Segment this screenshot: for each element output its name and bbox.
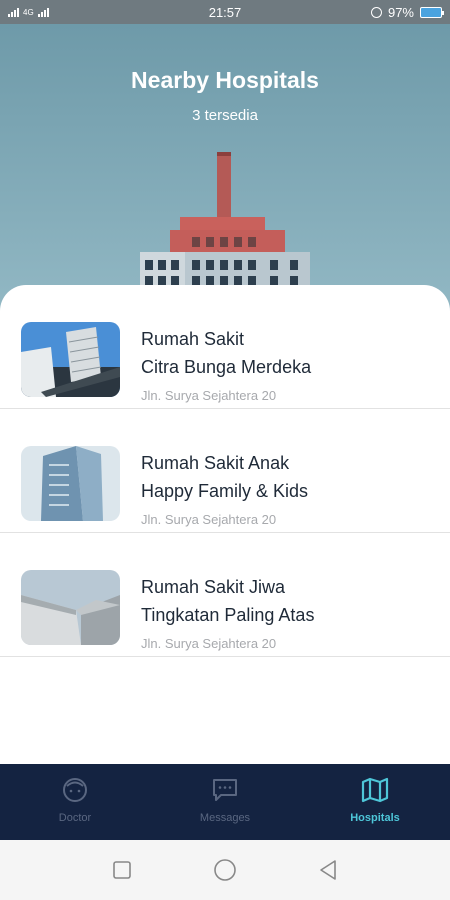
signal-icon [8, 7, 19, 17]
bottom-navigation: Doctor Messages Hospitals [0, 764, 450, 840]
hospital-list: Rumah Sakit Citra Bunga Merdeka Jln. Sur… [0, 285, 450, 765]
rotation-lock-icon [370, 6, 382, 18]
recent-apps-button[interactable] [109, 857, 135, 883]
hospital-address: Jln. Surya Sejahtera 20 [141, 388, 277, 403]
nav-messages[interactable]: Messages [150, 764, 300, 840]
hospital-count: 3 tersedia [192, 107, 258, 124]
hospital-thumbnail [21, 322, 120, 397]
doctor-face-icon [63, 778, 87, 802]
circle-icon [214, 859, 236, 881]
hospital-name-line1: Rumah Sakit Jiwa [141, 577, 286, 597]
hospital-thumbnail [21, 446, 120, 521]
messages-icon [213, 779, 237, 801]
nav-hospitals[interactable]: Hospitals [300, 764, 450, 840]
hospital-name-line1: Rumah Sakit [141, 329, 245, 349]
network-type: 4G [23, 7, 34, 17]
hospital-address: Jln. Surya Sejahtera 20 [141, 636, 277, 651]
back-triangle-icon [320, 860, 337, 880]
system-navigation-bar [0, 840, 450, 900]
battery-icon [420, 6, 444, 18]
battery-percent: 97% [387, 4, 414, 20]
nav-label: Hospitals [350, 812, 400, 824]
header-banner: Nearby Hospitals 3 tersedia [0, 24, 450, 314]
nav-label: Messages [199, 812, 251, 824]
map-icon [361, 777, 389, 803]
hospital-name-line2: Tingkatan Paling Atas [141, 605, 315, 625]
square-icon [112, 861, 131, 879]
signal-indicators: 4G [8, 7, 49, 17]
signal-icon-2 [37, 7, 49, 17]
status-bar: 4G 21:57 97% [0, 0, 450, 24]
hospital-name: Rumah Sakit Jiwa Tingkatan Paling Atas [141, 573, 431, 629]
hospital-address: Jln. Surya Sejahtera 20 [141, 512, 277, 527]
home-button[interactable] [212, 857, 238, 883]
hospital-name-line1: Rumah Sakit Anak [141, 453, 290, 473]
hospital-name: Rumah Sakit Citra Bunga Merdeka [141, 325, 431, 381]
back-button[interactable] [315, 857, 341, 883]
hospital-item[interactable]: Rumah Sakit Anak Happy Family & Kids Jln… [0, 409, 450, 533]
hospital-name-line2: Happy Family & Kids [141, 481, 309, 501]
hospital-name: Rumah Sakit Anak Happy Family & Kids [141, 449, 431, 505]
hospital-item[interactable]: Rumah Sakit Jiwa Tingkatan Paling Atas J… [0, 533, 450, 657]
nav-label: Doctor [58, 812, 92, 824]
hospital-thumbnail [21, 570, 120, 645]
page-title: Nearby Hospitals [131, 67, 319, 93]
nav-doctor[interactable]: Doctor [0, 764, 150, 840]
hospital-name-line2: Citra Bunga Merdeka [141, 357, 312, 377]
hospital-item[interactable]: Rumah Sakit Citra Bunga Merdeka Jln. Sur… [0, 285, 450, 409]
